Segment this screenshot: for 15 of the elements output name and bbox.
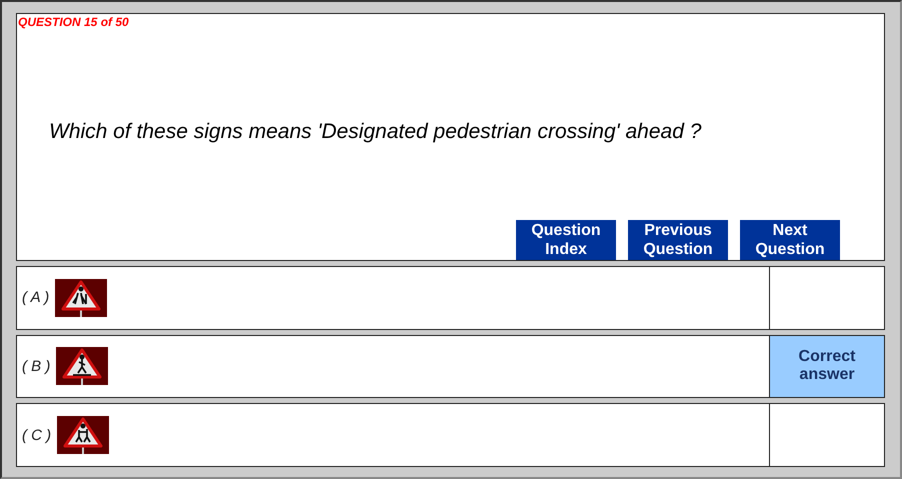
nav-button[interactable]: Previous Question (628, 220, 728, 260)
option-label: ( C ) (22, 426, 52, 444)
option-label: ( B ) (22, 358, 50, 375)
answer-row[interactable]: ( C ) (16, 403, 885, 468)
feedback-text: Correct answer (798, 348, 856, 384)
question-text: Which of these signs means 'Designated pedestrian crossing' ahead ? (49, 120, 702, 144)
nav-button[interactable]: Next Question (740, 220, 840, 260)
warning-sign-icon (56, 347, 108, 386)
option-label: ( A ) (22, 289, 50, 306)
warning-sign-icon (57, 416, 110, 454)
answer-row[interactable]: ( A ) (16, 266, 885, 330)
question-counter: QUESTION 15 of 50 (18, 15, 129, 29)
nav-button[interactable]: Question Index (516, 220, 616, 260)
answer-row[interactable]: ( B ) Correct answer (16, 334, 885, 398)
warning-sign-icon (55, 278, 108, 317)
